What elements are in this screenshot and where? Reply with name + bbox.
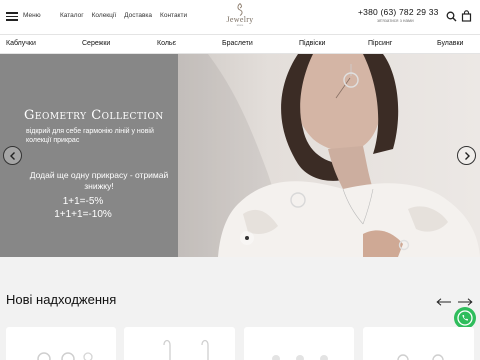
new-arrivals-title: Нові надходження xyxy=(6,292,117,307)
product-image xyxy=(272,355,328,360)
viber-chat-button[interactable] xyxy=(454,307,476,329)
hero-photo xyxy=(178,54,480,257)
category-pendants[interactable]: Підвіски xyxy=(299,40,325,47)
menu-icon[interactable] xyxy=(6,12,18,21)
chevron-right-icon xyxy=(465,152,470,160)
product-card[interactable] xyxy=(124,327,235,360)
category-necklaces[interactable]: Кольє xyxy=(157,40,176,47)
product-image xyxy=(163,339,209,360)
hero-offer-2: 1+1+1=-10% xyxy=(54,209,112,220)
top-nav: Каталог Колекції Доставка Контакти xyxy=(60,12,187,19)
nav-contacts[interactable]: Контакти xyxy=(160,12,187,19)
hero-promo: Додай ще одну прикрасу - отримай знижку! xyxy=(29,170,169,191)
phone-chat-icon xyxy=(457,310,473,326)
product-card[interactable] xyxy=(363,327,474,360)
menu-label[interactable]: Меню xyxy=(23,12,41,19)
category-bracelets[interactable]: Браслети xyxy=(222,40,253,47)
product-image xyxy=(397,354,444,360)
category-earrings[interactable]: Сережки xyxy=(82,40,110,47)
arrow-left-icon[interactable] xyxy=(436,298,452,306)
nav-collections[interactable]: Колекції xyxy=(92,12,116,19)
search-icon[interactable] xyxy=(446,11,457,22)
model-photo-illustration xyxy=(178,54,480,257)
hero-offer-1: 1+1=-5% xyxy=(62,196,104,207)
phone-number[interactable]: +380 (63) 782 29 33 xyxy=(358,7,439,17)
hero-subtitle: відкрий для себе гармонію ліній у новій … xyxy=(26,128,154,144)
slider-dot[interactable] xyxy=(240,231,254,245)
category-bar: Каблучки Сережки Кольє Браслети Підвіски… xyxy=(0,34,480,54)
nav-catalog[interactable]: Каталог xyxy=(60,12,84,19)
hero-next-button[interactable] xyxy=(457,146,476,165)
hero-banner[interactable]: Geometry Collection відкрий для себе гар… xyxy=(0,54,480,257)
chevron-left-icon xyxy=(10,152,15,160)
cart-icon[interactable] xyxy=(461,10,472,22)
product-card[interactable] xyxy=(244,327,354,360)
category-pins[interactable]: Булавки xyxy=(437,40,463,47)
category-piercing[interactable]: Пірсинг xyxy=(368,40,392,47)
callback-link[interactable]: зв'язатися з нами xyxy=(377,18,414,23)
nav-delivery[interactable]: Доставка xyxy=(124,12,152,19)
arrow-right-icon[interactable] xyxy=(457,298,473,306)
header: Меню Каталог Колекції Доставка Контакти … xyxy=(0,0,480,34)
product-card[interactable] xyxy=(6,327,116,360)
hero-prev-button[interactable] xyxy=(3,146,22,165)
hero-title: Geometry Collection xyxy=(24,108,164,123)
logo[interactable]: Jewelry store xyxy=(221,3,259,33)
product-image xyxy=(37,352,93,360)
category-rings[interactable]: Каблучки xyxy=(6,40,36,47)
